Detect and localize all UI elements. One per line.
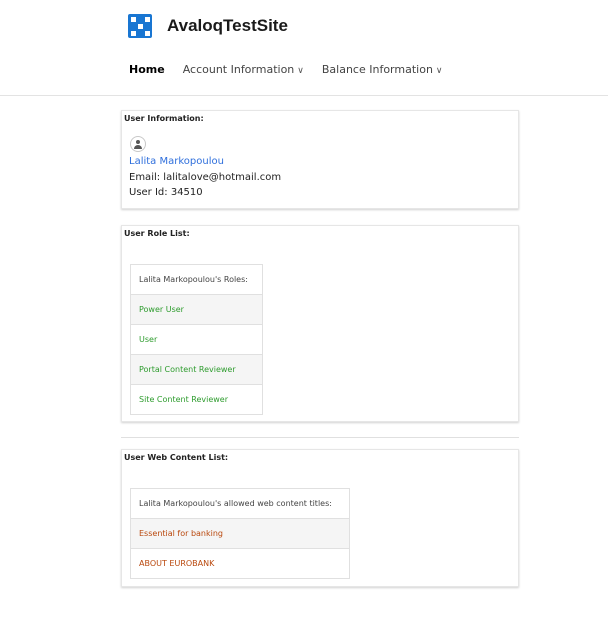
role-item: Site Content Reviewer	[130, 384, 263, 415]
table-row: Power User	[130, 294, 263, 325]
nav-account-information[interactable]: Account Information ∨	[183, 63, 304, 76]
header-divider	[0, 95, 608, 96]
user-name-link[interactable]: Lalita Markopoulou	[129, 156, 224, 167]
chevron-down-icon: ∨	[297, 66, 304, 76]
user-role-list-card: User Role List: Lalita Markopoulou's Rol…	[121, 225, 519, 422]
table-row: ABOUT EUROBANK	[130, 548, 350, 579]
web-content-item: ABOUT EUROBANK	[130, 548, 350, 579]
table-header-row: Lalita Markopoulou's Roles:	[131, 265, 263, 295]
table-row: Site Content Reviewer	[130, 384, 263, 415]
roles-table-header: Lalita Markopoulou's Roles:	[139, 275, 248, 284]
user-role-list-title: User Role List:	[124, 229, 190, 238]
table-row: Essential for banking	[130, 518, 350, 549]
nav-home[interactable]: Home	[129, 63, 165, 76]
user-email: Email: lalitalove@hotmail.com	[129, 172, 282, 183]
web-content-item: Essential for banking	[130, 518, 350, 549]
web-content-table: Lalita Markopoulou's allowed web content…	[130, 488, 350, 579]
role-item: Power User	[130, 294, 263, 325]
user-web-content-list-card: User Web Content List: Lalita Markopoulo…	[121, 449, 519, 587]
section-divider	[121, 437, 519, 438]
role-item: User	[130, 324, 263, 355]
web-content-table-header: Lalita Markopoulou's allowed web content…	[139, 499, 332, 508]
user-web-content-list-title: User Web Content List:	[124, 453, 229, 462]
nav-account-information-label: Account Information	[182, 63, 295, 76]
user-id: User Id: 34510	[129, 187, 203, 198]
nav-balance-information-label: Balance Information	[321, 63, 433, 76]
nav-balance-information[interactable]: Balance Information ∨	[322, 63, 443, 76]
user-information-title: User Information:	[124, 114, 204, 123]
table-header-row: Lalita Markopoulou's allowed web content…	[131, 489, 350, 519]
nav-home-label: Home	[129, 63, 165, 76]
user-avatar-icon	[130, 136, 146, 152]
role-item: Portal Content Reviewer	[130, 354, 263, 385]
site-logo-icon[interactable]	[128, 14, 152, 38]
site-title[interactable]: AvaloqTestSite	[167, 16, 288, 36]
user-information-card: User Information: Lalita Markopoulou Ema…	[121, 110, 519, 209]
main-nav: Home Account Information ∨ Balance Inform…	[129, 63, 461, 76]
table-row: User	[130, 324, 263, 355]
roles-table: Lalita Markopoulou's Roles: Power User U…	[130, 264, 263, 415]
table-row: Portal Content Reviewer	[130, 354, 263, 385]
chevron-down-icon: ∨	[435, 66, 443, 76]
